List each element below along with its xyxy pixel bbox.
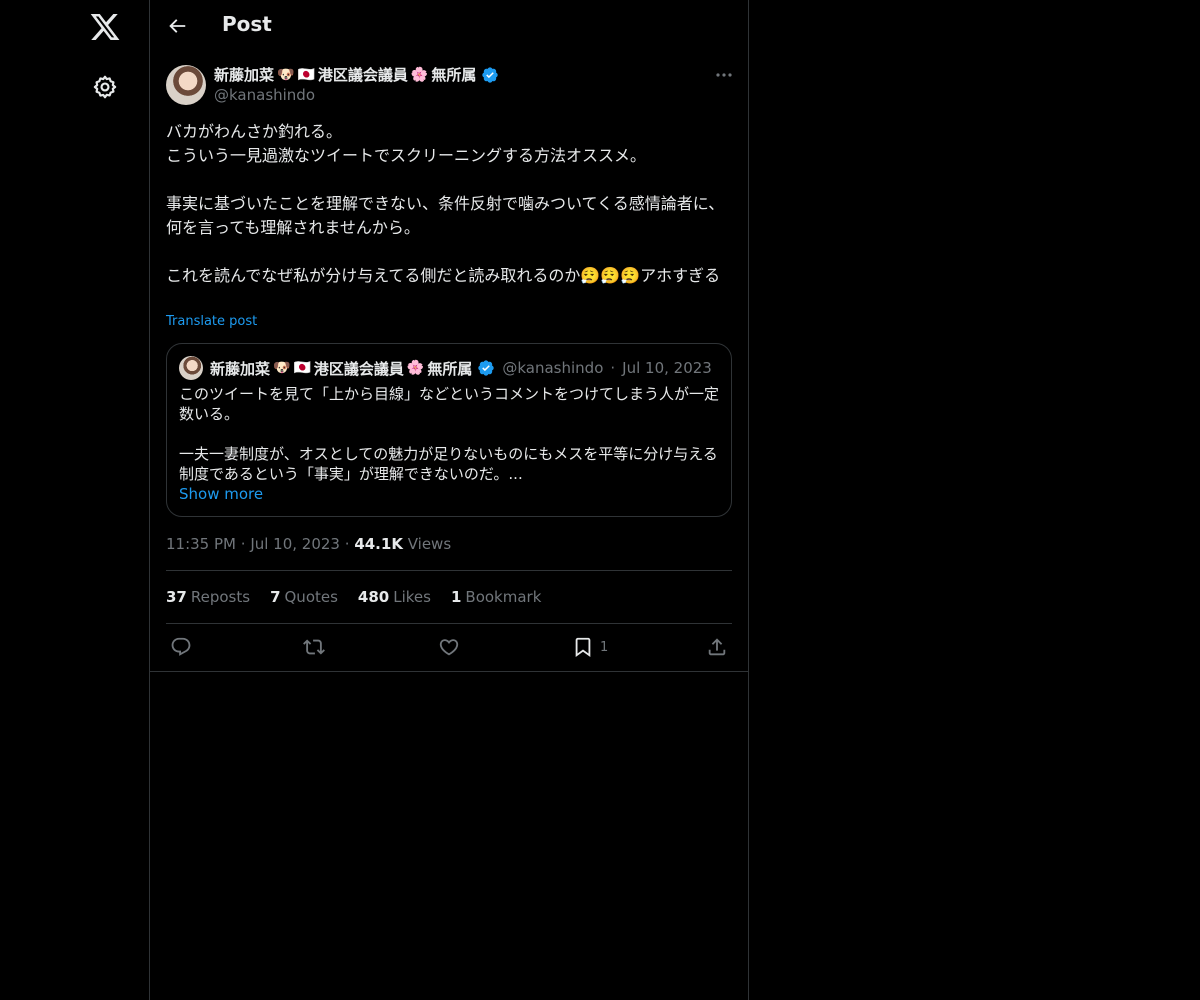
author-handle[interactable]: @kanashindo: [214, 86, 315, 104]
reply-icon: [171, 637, 191, 656]
quoted-post[interactable]: 新藤加菜 🐶 🇯🇵 港区議会議員 🌸 無所属 @kanashindo · Jul…: [166, 343, 732, 517]
dot-separator: ·: [240, 535, 251, 553]
verified-badge-icon[interactable]: [481, 66, 499, 84]
share-icon: [708, 638, 726, 656]
likes-count: 480: [357, 588, 390, 606]
repost-button[interactable]: [303, 632, 325, 662]
quoted-author-name-suffix-2: 無所属: [427, 359, 473, 378]
quoted-post-header: 新藤加菜 🐶 🇯🇵 港区議会議員 🌸 無所属 @kanashindo · Jul…: [179, 356, 712, 380]
quoted-author-name-suffix-1: 港区議会議員: [313, 359, 404, 378]
japan-flag-icon: 🇯🇵: [293, 360, 311, 376]
divider: [166, 570, 732, 571]
divider: [166, 623, 732, 624]
author-name[interactable]: 新藤加菜: [214, 64, 274, 85]
page-title: Post: [222, 12, 272, 36]
reposts-count: 37: [166, 588, 187, 606]
dot-separator: ·: [610, 359, 616, 377]
post-date[interactable]: Jul 10, 2023: [250, 535, 340, 553]
quotes-count: 7: [270, 588, 281, 606]
quotes-stat[interactable]: 7 Quotes: [270, 588, 338, 606]
gear-icon[interactable]: [92, 74, 118, 100]
dog-face-icon: 🐶: [273, 360, 291, 376]
reposts-stat[interactable]: 37 Reposts: [166, 588, 250, 606]
bookmark-icon: [575, 637, 591, 658]
post-author: 新藤加菜 🐶 🇯🇵 港区議会議員 🌸 無所属 @kanashindo: [166, 64, 734, 108]
more-options-icon[interactable]: [714, 68, 734, 82]
left-nav: [0, 0, 150, 1000]
like-button[interactable]: [438, 632, 460, 662]
quoted-post-text: このツイートを見て「上から目線」などというコメントをつけてしまう人が一定数いる。…: [179, 385, 720, 483]
bookmark-count: 1: [600, 639, 609, 655]
likes-label: Likes: [393, 588, 431, 606]
author-name-suffix-2: 無所属: [431, 66, 477, 84]
translate-post-link[interactable]: Translate post: [166, 314, 257, 329]
engagement-stats: 37 Reposts 7 Quotes 480 Likes 1 Bookmark: [166, 588, 541, 606]
avatar[interactable]: [166, 65, 206, 105]
top-bar: Post: [150, 0, 748, 54]
cherry-blossom-icon: 🌸: [406, 360, 425, 376]
views-label: Views: [407, 535, 452, 553]
main-column: Post 新藤加菜 🐶 🇯🇵 港区議会議員 🌸 無所属 @kanashindo …: [149, 0, 749, 1000]
likes-stat[interactable]: 480 Likes: [358, 588, 431, 606]
japan-flag-icon: 🇯🇵: [297, 66, 315, 83]
post-time[interactable]: 11:35 PM: [166, 535, 236, 553]
post-text: バカがわんさか釣れる。 こういう一見過激なツイートでスクリーニングする方法オスス…: [166, 122, 725, 285]
dot-separator: ·: [344, 535, 355, 553]
reply-button[interactable]: [170, 632, 192, 662]
quotes-label: Quotes: [284, 588, 338, 606]
repost-icon: [303, 639, 325, 655]
arrow-left-icon[interactable]: [166, 15, 188, 37]
reposts-label: Reposts: [190, 588, 251, 606]
action-bar: 1: [166, 632, 734, 662]
quoted-author-handle: @kanashindo: [502, 359, 604, 377]
views-count: 44.1K: [354, 535, 403, 553]
bookmarks-stat[interactable]: 1 Bookmark: [451, 588, 541, 606]
post-metadata: 11:35 PM · Jul 10, 2023 · 44.1K Views: [166, 535, 451, 553]
verified-badge-icon: [478, 360, 495, 376]
divider: [150, 671, 748, 672]
author-name-suffix-1: 港区議会議員: [317, 66, 408, 84]
dog-face-icon: 🐶: [277, 66, 295, 83]
show-more-link[interactable]: Show more: [179, 485, 263, 503]
heart-icon: [439, 639, 459, 656]
bookmarks-label: Bookmark: [465, 588, 542, 606]
avatar: [179, 356, 203, 380]
x-logo-icon[interactable]: [89, 11, 121, 43]
bookmarks-count: 1: [450, 588, 462, 606]
quoted-post-date: Jul 10, 2023: [622, 359, 712, 377]
cherry-blossom-icon: 🌸: [410, 66, 429, 83]
quoted-author-name: 新藤加菜: [210, 359, 271, 378]
bookmark-button[interactable]: 1: [572, 632, 608, 662]
share-button[interactable]: [706, 632, 728, 662]
author-name-row[interactable]: 新藤加菜 🐶 🇯🇵 港区議会議員 🌸 無所属: [214, 64, 499, 85]
